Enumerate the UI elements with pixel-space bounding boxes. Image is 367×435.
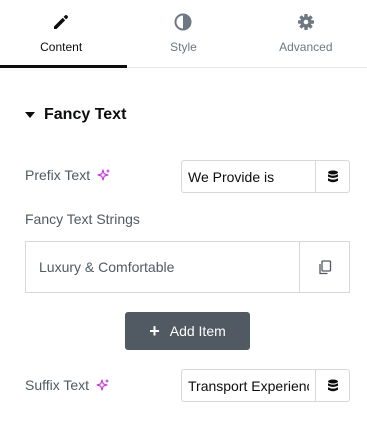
tab-advanced-label: Advanced <box>279 40 333 54</box>
ai-sparkle-icon[interactable] <box>97 168 111 182</box>
tab-content-label: Content <box>40 40 83 54</box>
add-item-button[interactable]: + Add Item <box>125 312 250 350</box>
suffix-dynamic-tags-button[interactable] <box>315 370 349 401</box>
prefix-label: Prefix Text <box>25 167 91 183</box>
suffix-label-row: Suffix Text <box>25 377 110 393</box>
half-circle-icon <box>174 13 192 31</box>
pencil-icon <box>54 14 69 29</box>
prefix-dynamic-tags-button[interactable] <box>315 161 349 192</box>
prefix-text-input[interactable] <box>182 161 315 192</box>
tab-content[interactable]: Content <box>0 0 122 68</box>
panel-tabs: Content Style Advanced <box>0 0 367 68</box>
plus-icon: + <box>149 321 160 341</box>
ai-sparkle-icon[interactable] <box>96 378 110 392</box>
add-item-label: Add Item <box>169 323 226 339</box>
active-tab-indicator <box>0 65 127 68</box>
database-icon <box>327 379 338 391</box>
duplicate-item-button[interactable] <box>299 242 349 292</box>
repeater-item: Luxury & Comfortable <box>25 241 350 293</box>
repeater-item-title[interactable]: Luxury & Comfortable <box>26 242 299 292</box>
tab-style[interactable]: Style <box>122 0 244 68</box>
tab-advanced[interactable]: Advanced <box>245 0 367 68</box>
copy-icon <box>318 259 331 274</box>
prefix-input-group <box>181 160 350 193</box>
gear-icon <box>297 14 314 30</box>
section-toggle[interactable]: Fancy Text <box>25 106 126 124</box>
strings-label: Fancy Text Strings <box>25 211 140 227</box>
suffix-text-input[interactable] <box>182 370 315 401</box>
suffix-label: Suffix Text <box>25 377 90 393</box>
prefix-label-row: Prefix Text <box>25 167 111 183</box>
suffix-input-group <box>181 369 350 402</box>
caret-down-icon <box>25 112 35 118</box>
tab-style-label: Style <box>170 40 197 54</box>
section-title: Fancy Text <box>44 106 127 123</box>
database-icon <box>327 170 338 182</box>
